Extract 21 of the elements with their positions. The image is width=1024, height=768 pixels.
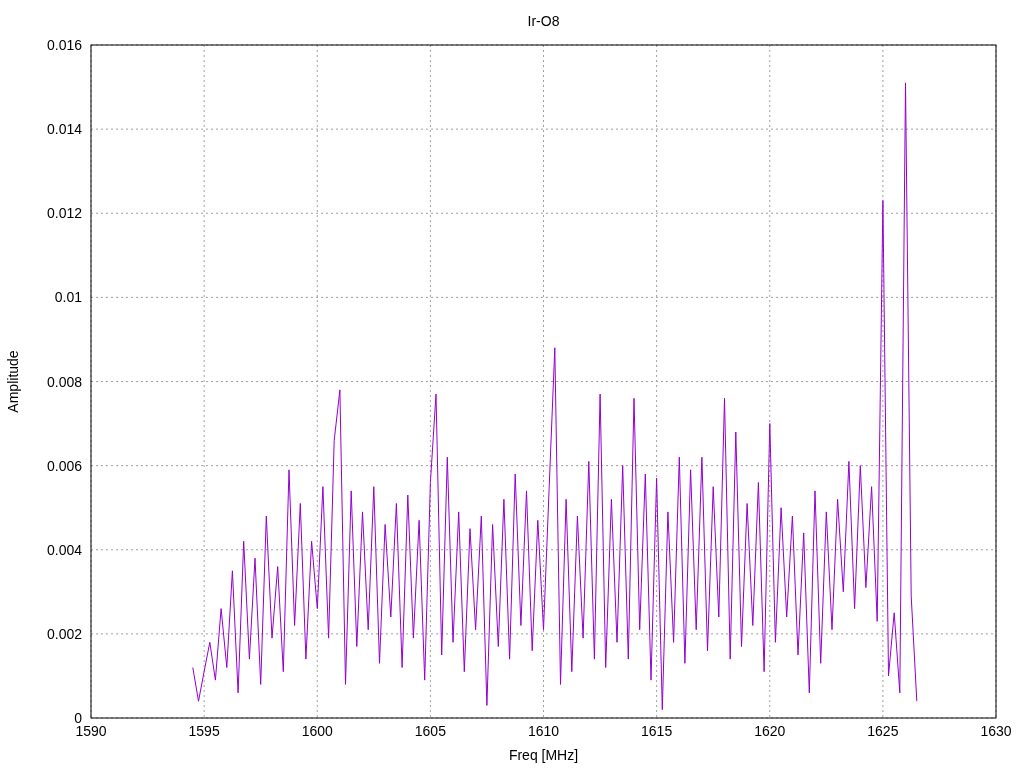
- tick-label: 1600: [301, 723, 333, 739]
- tick-label: 1610: [527, 723, 560, 739]
- tick-label: 0.014: [46, 121, 82, 138]
- tick-label: 1590: [75, 723, 107, 739]
- axis-label: Freq [MHz]: [508, 747, 579, 763]
- tick-label: 0.002: [46, 625, 82, 642]
- tick-label: 1605: [414, 723, 446, 739]
- tick-label: 0.016: [46, 37, 82, 53]
- tick-label: 0: [74, 710, 82, 726]
- tick-label: 0.006: [46, 457, 82, 474]
- tick-label: 1630: [980, 723, 1012, 739]
- tick-label: 0.004: [46, 541, 82, 558]
- tick-label: 1625: [867, 723, 899, 739]
- tick-label: 1595: [188, 723, 220, 739]
- tick-label: 1615: [641, 723, 673, 739]
- axis-label: Amplitude: [5, 350, 21, 413]
- tick-label: 1620: [754, 723, 786, 739]
- tick-label: 0.008: [46, 373, 82, 390]
- tick-label: 0.01: [54, 289, 82, 306]
- tick-label: 0.012: [46, 205, 82, 222]
- chart-title: Ir-O8: [527, 13, 560, 29]
